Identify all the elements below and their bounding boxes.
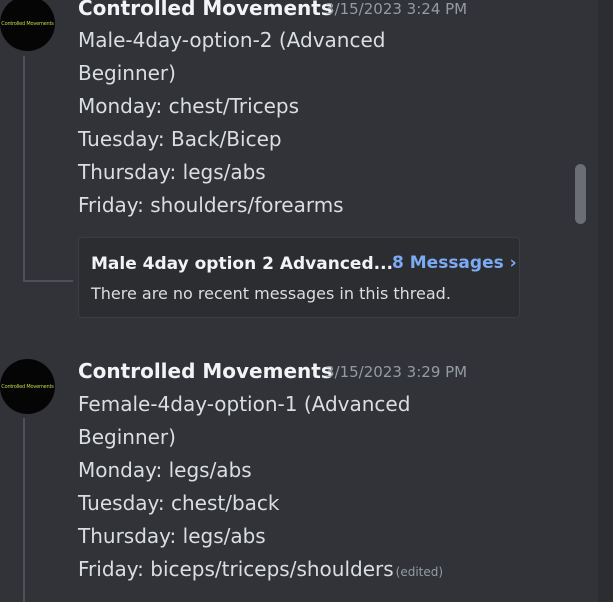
- thread-connector-elbow: [23, 280, 73, 282]
- message-text-line: Monday: legs/abs: [78, 458, 252, 482]
- message-text-line: Friday: biceps/triceps/shoulders (edited): [78, 557, 443, 584]
- edited-label: (edited): [395, 565, 444, 579]
- message-text-line: Thursday: legs/abs: [78, 524, 266, 548]
- avatar[interactable]: Controlled Movements: [0, 0, 55, 51]
- thread-connector-line: [23, 56, 25, 282]
- message-text: Friday: biceps/triceps/shoulders: [78, 557, 394, 581]
- message-text-line: Tuesday: chest/back: [78, 491, 280, 515]
- message-timestamp: 3/15/2023 3:24 PM: [325, 0, 468, 18]
- message-text-line: Female-4day-option-1 (Advanced: [78, 392, 411, 416]
- thread-preview-card[interactable]: Male 4day option 2 Advanced... 8 Message…: [78, 237, 520, 318]
- thread-connector-line: [23, 418, 25, 602]
- avatar-logo-text: Controlled Movements: [1, 383, 54, 390]
- thread-empty-text: There are no recent messages in this thr…: [91, 284, 451, 303]
- thread-message-count-link[interactable]: 8 Messages ›: [392, 253, 517, 273]
- avatar[interactable]: Controlled Movements: [0, 359, 55, 414]
- scrollbar-thumb[interactable]: [575, 164, 586, 224]
- avatar-logo-text: Controlled Movements: [1, 20, 54, 27]
- message-text-line: Friday: shoulders/forearms: [78, 193, 344, 217]
- message-text-line: Monday: chest/Triceps: [78, 94, 300, 118]
- message-text-line: Tuesday: Back/Bicep: [78, 127, 282, 151]
- message-timestamp: 3/15/2023 3:29 PM: [325, 363, 468, 381]
- message-text-line: Beginner): [78, 425, 176, 449]
- message-text-line: Thursday: legs/abs: [78, 160, 266, 184]
- scrollbar-track[interactable]: [598, 0, 613, 602]
- thread-title[interactable]: Male 4day option 2 Advanced...: [91, 254, 393, 274]
- message-text-line: Beginner): [78, 61, 176, 85]
- chat-view: Controlled Movements Controlled Movement…: [0, 0, 613, 602]
- message-author[interactable]: Controlled Movements: [78, 359, 333, 383]
- message-text-line: Male-4day-option-2 (Advanced: [78, 28, 386, 52]
- message-author[interactable]: Controlled Movements: [78, 0, 333, 20]
